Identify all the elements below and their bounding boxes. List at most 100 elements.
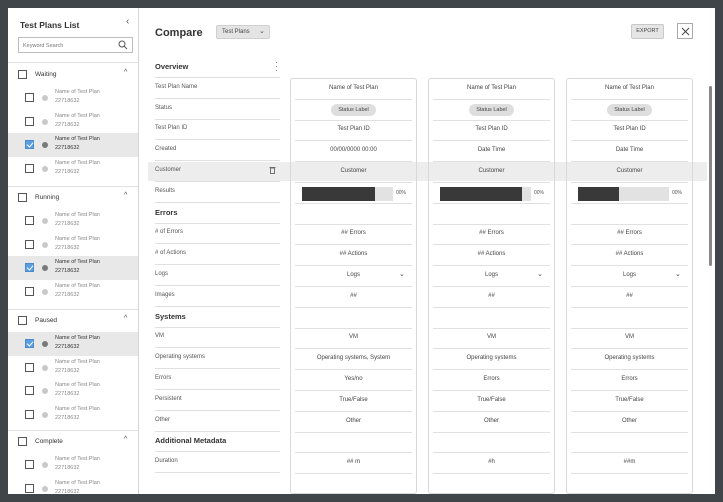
search-icon[interactable] (118, 40, 128, 50)
compare-type-dropdown[interactable]: Test Plans ⌄ (216, 25, 270, 39)
column-cell[interactable]: Logs ⌄ (433, 266, 550, 287)
list-item[interactable]: Name of Test Plan 22718632 (8, 332, 138, 356)
app-window: Test Plans List ‹ Waiting ^ Name of Test P… (8, 8, 715, 494)
item-name: Name of Test Plan (55, 159, 100, 166)
cell-value: Errors (621, 376, 638, 382)
chevron-up-icon[interactable]: ^ (124, 315, 127, 322)
column-cell: Date Time (433, 141, 550, 163)
item-checkbox[interactable] (25, 339, 34, 348)
group-checkbox[interactable] (18, 316, 27, 325)
scrollbar[interactable] (709, 86, 712, 266)
group-header-running[interactable]: Running ^ (8, 190, 138, 208)
list-item[interactable]: Name of Test Plan 22718632 (8, 356, 138, 380)
cell-value: VM (349, 334, 358, 341)
close-button[interactable] (677, 23, 693, 39)
row-label-text: Logs (155, 271, 169, 277)
row-label: # of Errors (155, 223, 280, 245)
chevron-up-icon[interactable]: ^ (124, 192, 127, 199)
list-item[interactable]: Name of Test Plan 22718632 (8, 110, 138, 134)
group-checkbox[interactable] (18, 193, 27, 202)
column-cell (295, 308, 412, 329)
chevron-up-icon[interactable]: ^ (124, 69, 127, 76)
item-id: 22718632 (55, 145, 80, 151)
column-cell: Status Label (433, 100, 550, 121)
item-checkbox[interactable] (25, 140, 34, 149)
column-cell: VM (571, 328, 688, 350)
results-percent: 00% (672, 189, 683, 196)
cell-value: ## (626, 292, 633, 299)
item-checkbox[interactable] (25, 409, 34, 419)
item-checkbox[interactable] (25, 362, 34, 372)
item-checkbox[interactable] (25, 93, 34, 102)
chevron-left-icon[interactable]: ‹ (126, 16, 129, 27)
list-item[interactable]: Name of Test Plan 22718632 (8, 379, 138, 403)
item-checkbox[interactable] (25, 216, 34, 225)
column-cell: 00% (433, 183, 550, 204)
row-label: Test Plan ID (155, 119, 280, 141)
list-item[interactable]: Name of Test Plan 22718632 (8, 86, 138, 110)
column-cell: 00% (295, 183, 412, 204)
list-item[interactable]: Name of Test Plan 22718632 (8, 209, 138, 233)
item-id: 22718632 (55, 344, 80, 350)
cell-value: Other (345, 417, 361, 424)
item-checkbox[interactable] (25, 460, 34, 469)
list-item[interactable]: Name of Test Plan 22718632 (8, 280, 138, 304)
item-checkbox[interactable] (25, 483, 34, 493)
group-checkbox[interactable] (18, 70, 27, 79)
item-checkbox[interactable] (25, 286, 34, 296)
divider (8, 309, 138, 310)
row-label: Logs (155, 265, 280, 286)
row-label: Operating systems (155, 348, 280, 370)
column-cell (571, 204, 688, 225)
item-id: 22718632 (55, 268, 80, 274)
column-cell[interactable]: Logs ⌄ (295, 266, 412, 287)
cell-value: Customer (340, 168, 367, 174)
column-cell: Other (295, 412, 412, 433)
cell-value: True/False (477, 396, 506, 403)
group-header-paused[interactable]: Paused ^ (8, 313, 138, 331)
row-label: Images (155, 286, 280, 307)
column-cell: True/False (295, 391, 412, 412)
search-input[interactable] (23, 40, 113, 51)
item-checkbox[interactable] (25, 163, 34, 173)
cell-value: True/False (339, 396, 368, 403)
column-cell (571, 308, 688, 329)
list-item[interactable]: Name of Test Plan 22718632 (8, 157, 138, 181)
group-header-complete[interactable]: Complete ^ (8, 434, 138, 452)
cell-value: Logs (484, 272, 498, 278)
list-item[interactable]: Name of Test Plan 22718632 (8, 233, 138, 257)
column-cell: ## Actions (433, 245, 550, 267)
item-checkbox[interactable] (25, 386, 34, 395)
group-checkbox[interactable] (18, 437, 27, 446)
list-item[interactable]: Name of Test Plan 22718632 (8, 256, 138, 280)
item-checkbox[interactable] (25, 116, 34, 126)
cell-value: Logs (346, 272, 360, 278)
export-button[interactable]: EXPORT (631, 24, 664, 39)
cell-value: VM (625, 334, 634, 341)
column-cell: ##m (571, 453, 688, 475)
cell-value: ##m (623, 459, 636, 466)
column-cell: Errors (571, 370, 688, 391)
column-cell (295, 204, 412, 225)
list-item[interactable]: Name of Test Plan 22718632 (8, 133, 138, 157)
row-label-text: # of Errors (155, 229, 184, 236)
list-item[interactable]: Name of Test Plan 22718632 (8, 453, 138, 477)
kebab-menu-icon[interactable]: · · · (275, 59, 278, 75)
row-label: Results (155, 182, 280, 203)
list-item[interactable]: Name of Test Plan 22718632 (8, 403, 138, 427)
item-checkbox[interactable] (25, 239, 34, 249)
column-cell (433, 204, 550, 225)
row-label: Systems (155, 307, 280, 328)
group-header-waiting[interactable]: Waiting ^ (8, 67, 138, 85)
item-checkbox[interactable] (25, 263, 34, 272)
cell-value: #h (488, 459, 495, 466)
cell-value: 00/00/0000 00:00 (330, 147, 377, 154)
group-label: Complete (35, 438, 63, 445)
results-progress-fill (578, 186, 619, 201)
column-cell[interactable]: Logs ⌄ (571, 266, 688, 287)
results-progress-bar (440, 186, 531, 201)
chevron-up-icon[interactable]: ^ (124, 436, 127, 443)
row-label-text: Additional Metadata (155, 436, 227, 446)
list-item[interactable]: Name of Test Plan 22718632 (8, 477, 138, 494)
trash-icon[interactable] (269, 166, 276, 174)
